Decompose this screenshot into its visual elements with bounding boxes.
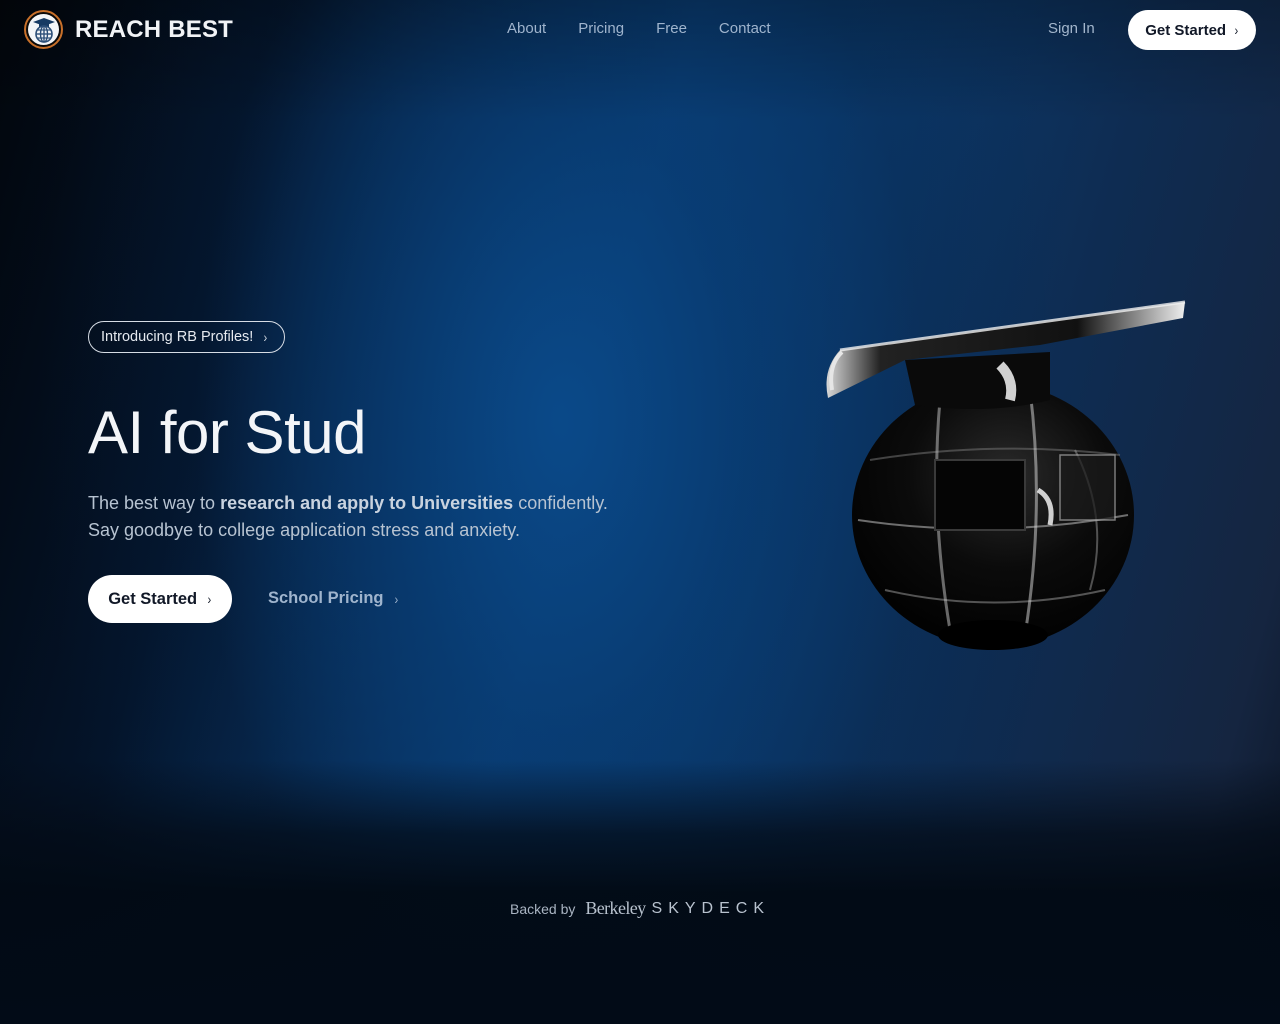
backed-by-label: Backed by bbox=[509, 900, 576, 917]
graduation-cap-globe-icon bbox=[24, 10, 63, 49]
subtitle-text: confidently. bbox=[513, 493, 608, 513]
announcement-text: Introducing RB Profiles! bbox=[101, 329, 254, 345]
chevron-right-icon: › bbox=[263, 329, 268, 345]
chevron-right-icon: › bbox=[207, 591, 212, 607]
hero-subtitle: The best way to research and apply to Un… bbox=[88, 490, 708, 544]
school-pricing-link[interactable]: School Pricing › bbox=[268, 589, 398, 608]
brand-home-link[interactable]: REACH BEST bbox=[24, 10, 233, 49]
brand-name: REACH BEST bbox=[75, 15, 234, 43]
hero-get-started-button[interactable]: Get Started › bbox=[88, 575, 232, 623]
nav-about[interactable]: About bbox=[507, 20, 546, 37]
nav-free[interactable]: Free bbox=[656, 20, 687, 37]
subtitle-text: The best way to bbox=[88, 493, 221, 513]
skydeck-wordmark: SKYDECK bbox=[651, 899, 770, 917]
announcement-pill[interactable]: Introducing RB Profiles! › bbox=[88, 321, 285, 353]
hero-headline: AI for Stud bbox=[88, 399, 366, 466]
berkeley-skydeck-logo: Berkeley bbox=[585, 898, 646, 918]
header-get-started-label: Get Started bbox=[1145, 21, 1227, 39]
header-get-started-button[interactable]: Get Started › bbox=[1128, 10, 1256, 50]
chevron-right-icon: › bbox=[1234, 22, 1239, 38]
nav-pricing[interactable]: Pricing bbox=[578, 20, 624, 37]
backed-by-section: Backed by Berkeley SKYDECK bbox=[0, 898, 1280, 919]
graduation-cap-globe-illustration bbox=[810, 290, 1200, 660]
subtitle-line-2: Say goodbye to college application stres… bbox=[88, 520, 520, 540]
background-bottom-fade bbox=[0, 760, 1280, 1024]
nav-contact[interactable]: Contact bbox=[719, 20, 771, 37]
hero-get-started-label: Get Started bbox=[108, 589, 198, 608]
site-header: REACH BEST About Pricing Free Contact Si… bbox=[0, 0, 1280, 60]
chevron-right-icon: › bbox=[393, 590, 398, 607]
subtitle-emphasis: research and apply to Universities bbox=[220, 493, 514, 513]
school-pricing-label: School Pricing bbox=[268, 589, 384, 607]
main-nav: About Pricing Free Contact bbox=[507, 20, 803, 37]
sign-in-link[interactable]: Sign In bbox=[1048, 20, 1095, 37]
